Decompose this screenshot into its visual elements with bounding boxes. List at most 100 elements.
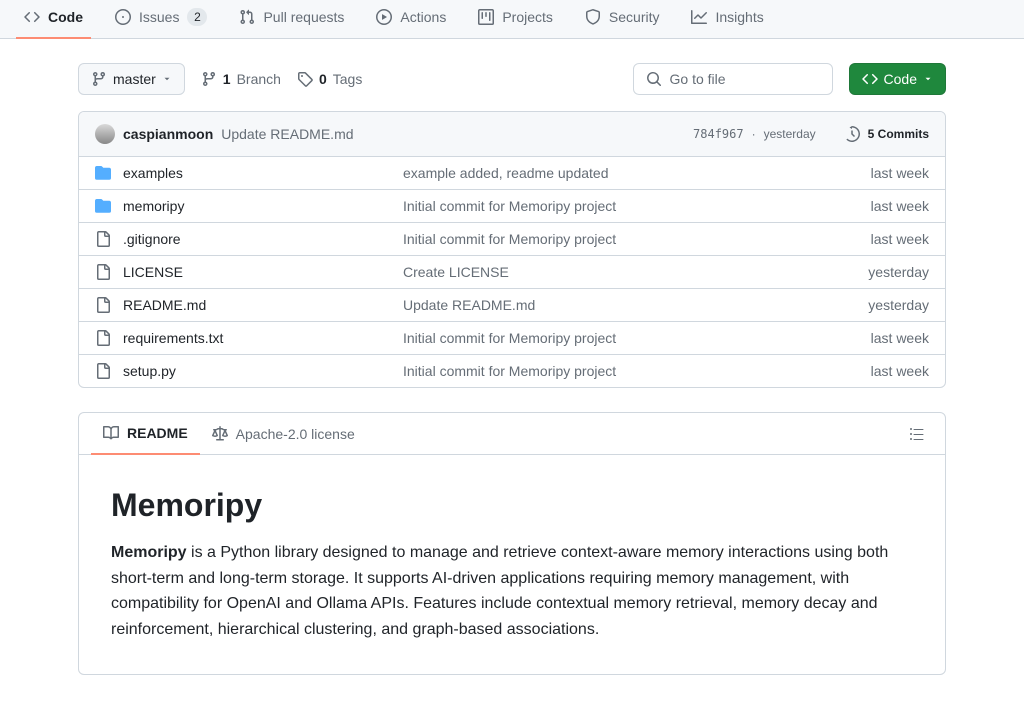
- readme-intro: Memoripy is a Python library designed to…: [111, 540, 913, 642]
- security-icon: [585, 9, 601, 25]
- file-date: last week: [871, 330, 929, 346]
- projects-icon: [478, 9, 494, 25]
- outline-button[interactable]: [901, 418, 933, 450]
- file-date: yesterday: [868, 297, 929, 313]
- readme-content: Memoripy Memoripy is a Python library de…: [79, 455, 945, 674]
- commit-date: yesterday: [764, 127, 816, 141]
- latest-commit-header: caspianmoon Update README.md 784f967 · y…: [79, 112, 945, 157]
- actions-icon: [376, 9, 392, 25]
- code-icon: [862, 71, 878, 87]
- main-container: master 1 Branch 0 Tags Go to file: [62, 39, 962, 699]
- branch-selector-button[interactable]: master: [78, 63, 185, 95]
- branch-label: Branch: [237, 71, 281, 87]
- branches-link[interactable]: 1 Branch: [201, 71, 281, 87]
- tab-label: Issues: [139, 9, 179, 25]
- repo-nav: Code Issues 2 Pull requests Actions Projects S…: [0, 0, 1024, 39]
- code-button[interactable]: Code: [849, 63, 946, 95]
- tab-label: Insights: [715, 9, 763, 25]
- code-icon: [24, 9, 40, 25]
- file-name[interactable]: .gitignore: [123, 231, 403, 247]
- tab-label: Actions: [400, 9, 446, 25]
- file-icon: [95, 264, 111, 280]
- file-icon: [95, 330, 111, 346]
- branch-info: 1 Branch 0 Tags: [201, 71, 363, 87]
- file-date: last week: [871, 363, 929, 379]
- tags-link[interactable]: 0 Tags: [297, 71, 362, 87]
- tab-label: Pull requests: [263, 9, 344, 25]
- go-to-file-input[interactable]: Go to file: [633, 63, 833, 95]
- readme-intro-text: is a Python library designed to manage a…: [111, 544, 888, 638]
- law-icon: [212, 426, 228, 442]
- tab-security[interactable]: Security: [577, 1, 668, 37]
- commits-count[interactable]: 5 Commits: [868, 127, 929, 141]
- tag-label: Tags: [333, 71, 363, 87]
- tab-label: Code: [48, 9, 83, 25]
- file-row[interactable]: setup.pyInitial commit for Memoripy proj…: [79, 354, 945, 387]
- file-date: last week: [871, 198, 929, 214]
- file-name[interactable]: setup.py: [123, 363, 403, 379]
- file-commit-message[interactable]: Initial commit for Memoripy project: [403, 198, 871, 214]
- caret-down-icon: [923, 74, 933, 84]
- file-icon: [95, 297, 111, 313]
- commit-author[interactable]: caspianmoon: [123, 126, 213, 142]
- file-commit-message[interactable]: example added, readme updated: [403, 165, 871, 181]
- pulls-icon: [239, 9, 255, 25]
- readme-title: Memoripy: [111, 487, 913, 524]
- file-name[interactable]: memoripy: [123, 198, 403, 214]
- file-row[interactable]: .gitignoreInitial commit for Memoripy pr…: [79, 222, 945, 255]
- readme-tabs: README Apache-2.0 license: [79, 413, 945, 455]
- history-icon: [844, 126, 860, 142]
- file-commit-message[interactable]: Initial commit for Memoripy project: [403, 231, 871, 247]
- insights-icon: [691, 9, 707, 25]
- file-icon: [95, 363, 111, 379]
- folder-icon: [95, 198, 111, 214]
- file-name[interactable]: examples: [123, 165, 403, 181]
- file-commit-message[interactable]: Update README.md: [403, 297, 868, 313]
- branch-name: master: [113, 71, 156, 87]
- search-icon: [646, 71, 662, 87]
- readme-intro-bold: Memoripy: [111, 544, 187, 561]
- file-row[interactable]: LICENSECreate LICENSEyesterday: [79, 255, 945, 288]
- tag-icon: [297, 71, 313, 87]
- tab-projects[interactable]: Projects: [470, 1, 561, 37]
- file-date: last week: [871, 165, 929, 181]
- file-commit-message[interactable]: Create LICENSE: [403, 264, 868, 280]
- file-commit-message[interactable]: Initial commit for Memoripy project: [403, 330, 871, 346]
- book-icon: [103, 425, 119, 441]
- file-name[interactable]: README.md: [123, 297, 403, 313]
- branch-count: 1: [223, 71, 231, 87]
- commit-sha[interactable]: 784f967: [693, 127, 744, 141]
- readme-box: README Apache-2.0 license Memoripy Memor…: [78, 412, 946, 675]
- folder-icon: [95, 165, 111, 181]
- tab-counter: 2: [187, 8, 207, 26]
- tab-insights[interactable]: Insights: [683, 1, 771, 37]
- file-row[interactable]: README.mdUpdate README.mdyesterday: [79, 288, 945, 321]
- issues-icon: [115, 9, 131, 25]
- license-tab[interactable]: Apache-2.0 license: [200, 414, 367, 454]
- tab-issues[interactable]: Issues 2: [107, 0, 215, 38]
- file-row[interactable]: examplesexample added, readme updatedlas…: [79, 157, 945, 189]
- file-commit-message[interactable]: Initial commit for Memoripy project: [403, 363, 871, 379]
- branch-icon: [91, 71, 107, 87]
- tab-code[interactable]: Code: [16, 1, 91, 39]
- branch-icon: [201, 71, 217, 87]
- tab-label: Security: [609, 9, 660, 25]
- search-placeholder: Go to file: [670, 71, 726, 87]
- file-date: last week: [871, 231, 929, 247]
- file-row[interactable]: requirements.txtInitial commit for Memor…: [79, 321, 945, 354]
- file-icon: [95, 231, 111, 247]
- commit-message[interactable]: Update README.md: [221, 126, 353, 142]
- readme-tab[interactable]: README: [91, 413, 200, 455]
- tab-actions[interactable]: Actions: [368, 1, 454, 37]
- code-button-label: Code: [884, 71, 917, 87]
- file-toolbar: master 1 Branch 0 Tags Go to file: [78, 63, 946, 95]
- file-row[interactable]: memoripyInitial commit for Memoripy proj…: [79, 189, 945, 222]
- caret-down-icon: [162, 74, 172, 84]
- avatar[interactable]: [95, 124, 115, 144]
- tab-pulls[interactable]: Pull requests: [231, 1, 352, 37]
- file-name[interactable]: LICENSE: [123, 264, 403, 280]
- file-date: yesterday: [868, 264, 929, 280]
- file-name[interactable]: requirements.txt: [123, 330, 403, 346]
- list-icon: [909, 426, 925, 442]
- license-tab-label: Apache-2.0 license: [236, 426, 355, 442]
